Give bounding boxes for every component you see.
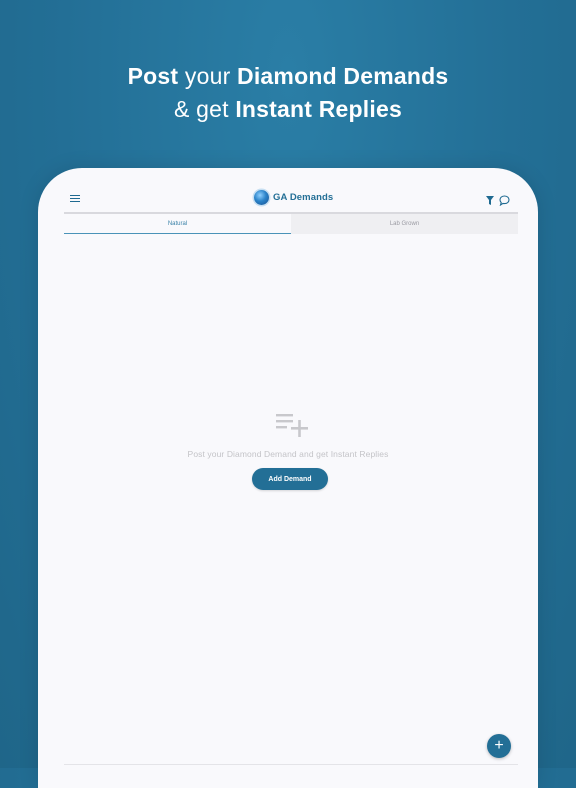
tab-bar: Natural Lab Grown	[64, 214, 518, 234]
menu-icon[interactable]	[70, 195, 80, 203]
filter-icon[interactable]	[486, 196, 494, 205]
headline-line-1: Post your Diamond Demands	[0, 60, 576, 93]
headline-bold-post: Post	[127, 63, 179, 89]
app-title: GA Demands	[273, 192, 334, 203]
tab-natural[interactable]: Natural	[64, 214, 291, 234]
headline-light-get: & get	[174, 96, 236, 122]
empty-state-message: Post your Diamond Demand and get Instant…	[187, 449, 389, 459]
app-bar: GA Demands	[64, 186, 518, 212]
tab-lab-grown[interactable]: Lab Grown	[291, 214, 518, 234]
plus-icon: +	[494, 737, 504, 754]
headline-line-2: & get Instant Replies	[0, 93, 576, 126]
marketing-headline: Post your Diamond Demands & get Instant …	[0, 60, 576, 126]
globe-logo-icon	[254, 190, 269, 205]
app-logo: GA Demands	[254, 190, 333, 205]
bottom-divider	[64, 764, 518, 765]
fab-add-button[interactable]: +	[487, 734, 511, 758]
headline-bold-instant-replies: Instant Replies	[235, 96, 402, 122]
add-demand-button[interactable]: Add Demand	[252, 468, 328, 490]
headline-light-your: your	[178, 63, 238, 89]
playlist-add-icon	[276, 414, 308, 437]
device-screen: GA Demands Natural Lab Grown Post your D…	[38, 168, 538, 788]
chat-icon[interactable]	[499, 195, 510, 206]
headline-bold-diamond-demands: Diamond Demands	[237, 63, 449, 89]
